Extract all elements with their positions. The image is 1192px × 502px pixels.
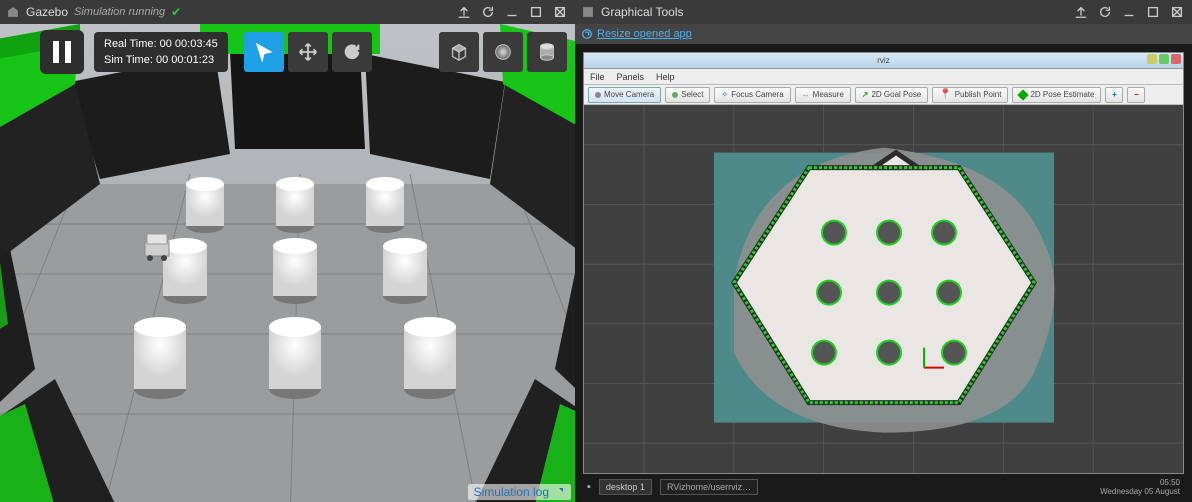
check-icon: ✔ [171,5,181,19]
refresh-icon[interactable] [1096,5,1114,19]
gazebo-3d-viewport[interactable]: Real Time: 00 00:03:45 Sim Time: 00 00:0… [0,24,575,502]
resize-link[interactable]: Resize opened app [597,28,692,40]
expand-icon [553,486,565,498]
rviz-3d-viewport[interactable] [584,105,1183,473]
simulation-log-label: Simulation log [474,485,549,499]
gazebo-title: Gazebo [26,5,68,19]
tool-add[interactable]: + [1105,87,1123,103]
terminal-icon[interactable]: ▪ [587,481,591,493]
tool-select-label: Select [681,90,703,99]
sim-time-label: Sim Time: [104,54,153,66]
taskbar-date: Wednesday 05 August [1100,487,1180,496]
real-time-label: Real Time: [104,38,157,50]
gazebo-logo-icon [6,5,20,19]
graphical-tools-subbar: Resize opened app [575,24,1192,44]
tool-move-camera-label: Move Camera [604,90,654,99]
minimize-icon[interactable] [503,5,521,19]
taskbar-time: 05:50 [1100,478,1180,487]
tool-goal-pose-label: 2D Goal Pose [871,90,921,99]
tool-publish-point[interactable]: 📍Publish Point [932,87,1008,103]
tool-focus-camera-label: Focus Camera [731,90,783,99]
minimize-icon[interactable] [1120,5,1138,19]
desktop-taskbar: ▪ desktop 1 RVizhome/userrviz… 05:50 Wed… [583,478,1184,496]
rviz-menubar: File Panels Help [584,69,1183,85]
refresh-icon[interactable] [479,5,497,19]
tool-measure[interactable]: ↔Measure [795,87,851,103]
upload-icon[interactable] [455,5,473,19]
tool-select[interactable]: Select [665,87,710,103]
graphical-tools-titlebar: Graphical Tools [575,0,1192,24]
tool-publish-point-label: Publish Point [955,90,1002,99]
menu-file[interactable]: File [590,72,605,82]
pause-button[interactable] [40,30,84,74]
real-time-value: 00 00:03:45 [160,38,218,50]
move-tool-button[interactable] [288,32,328,72]
close-icon[interactable] [1168,5,1186,19]
tool-pose-estimate[interactable]: 2D Pose Estimate [1012,87,1101,103]
maximize-icon[interactable] [527,5,545,19]
tools-logo-icon [581,5,595,19]
time-panel: Real Time: 00 00:03:45 Sim Time: 00 00:0… [94,32,228,72]
sphere-shape-button[interactable] [483,32,523,72]
close-icon[interactable] [551,5,569,19]
select-tool-button[interactable] [244,32,284,72]
rviz-window: rviz File Panels Help Move Camera Select… [583,52,1184,474]
simulation-log-button[interactable]: Simulation log [468,484,571,500]
cylinder-shape-button[interactable] [527,32,567,72]
desktop-indicator[interactable]: desktop 1 [599,479,652,495]
resize-icon [581,28,593,40]
rviz-title: rviz [877,56,889,65]
rviz-toolbar: Move Camera Select ✧Focus Camera ↔Measur… [584,85,1183,105]
rviz-titlebar[interactable]: rviz [584,53,1183,69]
taskbar-task-rviz[interactable]: RVizhome/userrviz… [660,479,758,495]
gazebo-titlebar: Gazebo Simulation running ✔ [0,0,575,24]
menu-panels[interactable]: Panels [617,72,645,82]
maximize-icon[interactable] [1144,5,1162,19]
sim-time-value: 00 00:01:23 [156,54,214,66]
tool-goal-pose[interactable]: ↗2D Goal Pose [855,87,929,103]
tool-measure-label: Measure [813,90,844,99]
gazebo-status: Simulation running [74,6,165,18]
tool-move-camera[interactable]: Move Camera [588,87,661,103]
taskbar-clock: 05:50 Wednesday 05 August [1100,478,1180,496]
rviz-map [674,123,1094,443]
tool-remove[interactable]: − [1127,87,1145,103]
tool-focus-camera[interactable]: ✧Focus Camera [714,87,790,103]
box-shape-button[interactable] [439,32,479,72]
rotate-tool-button[interactable] [332,32,372,72]
graphical-tools-title: Graphical Tools [601,5,684,19]
menu-help[interactable]: Help [656,72,675,82]
upload-icon[interactable] [1072,5,1090,19]
rviz-window-controls[interactable] [1147,54,1181,64]
tool-pose-estimate-label: 2D Pose Estimate [1030,90,1094,99]
